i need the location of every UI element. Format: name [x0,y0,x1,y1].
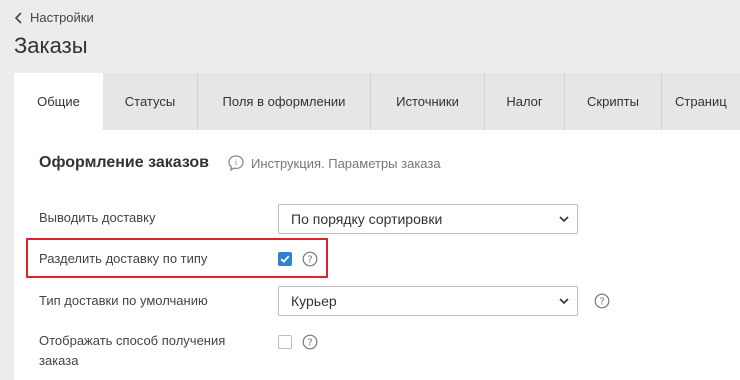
tab-general[interactable]: Общие [14,73,103,130]
tab-statuses[interactable]: Статусы [103,73,198,130]
chevron-left-icon [14,11,22,24]
help-icon[interactable]: ? [302,251,318,267]
show-receive-method-checkbox[interactable] [278,335,292,349]
section-title: Оформление заказов [39,154,210,171]
svg-text:?: ? [307,338,312,349]
show-receive-method-label-line1: Отображать способ получения [39,333,226,348]
split-delivery-label: Разделить доставку по типу [39,251,208,266]
chevron-down-icon [559,216,569,223]
speech-bubble-icon: i [228,155,244,172]
split-delivery-checkbox[interactable] [278,252,292,266]
show-delivery-select[interactable]: По порядку сортировки [278,204,578,234]
default-delivery-label: Тип доставки по умолчанию [39,293,208,308]
settings-panel: Оформление заказов i Инструкция. Парамет… [14,130,740,380]
show-receive-method-label: Отображать способ получения заказа [39,331,225,371]
help-icon[interactable]: ? [594,293,610,309]
page-title: Заказы [14,33,88,58]
tab-tax[interactable]: Налог [485,73,565,130]
breadcrumb[interactable]: Настройки [14,10,94,25]
tab-scripts[interactable]: Скрипты [565,73,662,130]
tab-checkout-fields[interactable]: Поля в оформлении [198,73,371,130]
show-delivery-value: По порядку сортировки [291,211,443,227]
show-receive-method-label-line2: заказа [39,353,79,368]
help-link[interactable]: i Инструкция. Параметры заказа [227,154,441,172]
breadcrumb-label: Настройки [30,10,94,25]
checkmark-icon [280,255,290,263]
tab-bar: Общие Статусы Поля в оформлении Источник… [14,73,740,130]
svg-text:?: ? [307,255,312,266]
chevron-down-icon [559,298,569,305]
help-link-label: Инструкция. Параметры заказа [251,155,441,171]
show-delivery-label: Выводить доставку [39,210,156,225]
default-delivery-select[interactable]: Курьер [278,286,578,316]
svg-text:i: i [235,158,237,167]
svg-text:?: ? [599,297,604,308]
default-delivery-value: Курьер [291,293,337,309]
tab-sources[interactable]: Источники [371,73,485,130]
help-icon[interactable]: ? [302,334,318,350]
tab-pages[interactable]: Страниц [662,73,740,130]
